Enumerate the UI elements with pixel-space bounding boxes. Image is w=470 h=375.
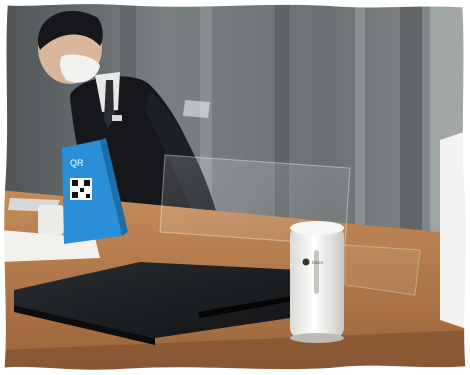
- glare: [183, 100, 210, 118]
- qr-stand-label: QR: [70, 158, 84, 168]
- tissue-box: [38, 205, 64, 235]
- photo-scene: QR Ideon: [0, 0, 470, 375]
- humidifier: Ideon: [290, 221, 344, 343]
- humidifier-light-bar: [314, 250, 319, 294]
- wall-panel: [355, 0, 365, 240]
- brand-icon: [302, 258, 310, 266]
- humidifier-brand: Ideon: [312, 260, 324, 265]
- wall-panel: [400, 0, 422, 260]
- hotel-front-desk-photo: QR Ideon: [0, 0, 470, 375]
